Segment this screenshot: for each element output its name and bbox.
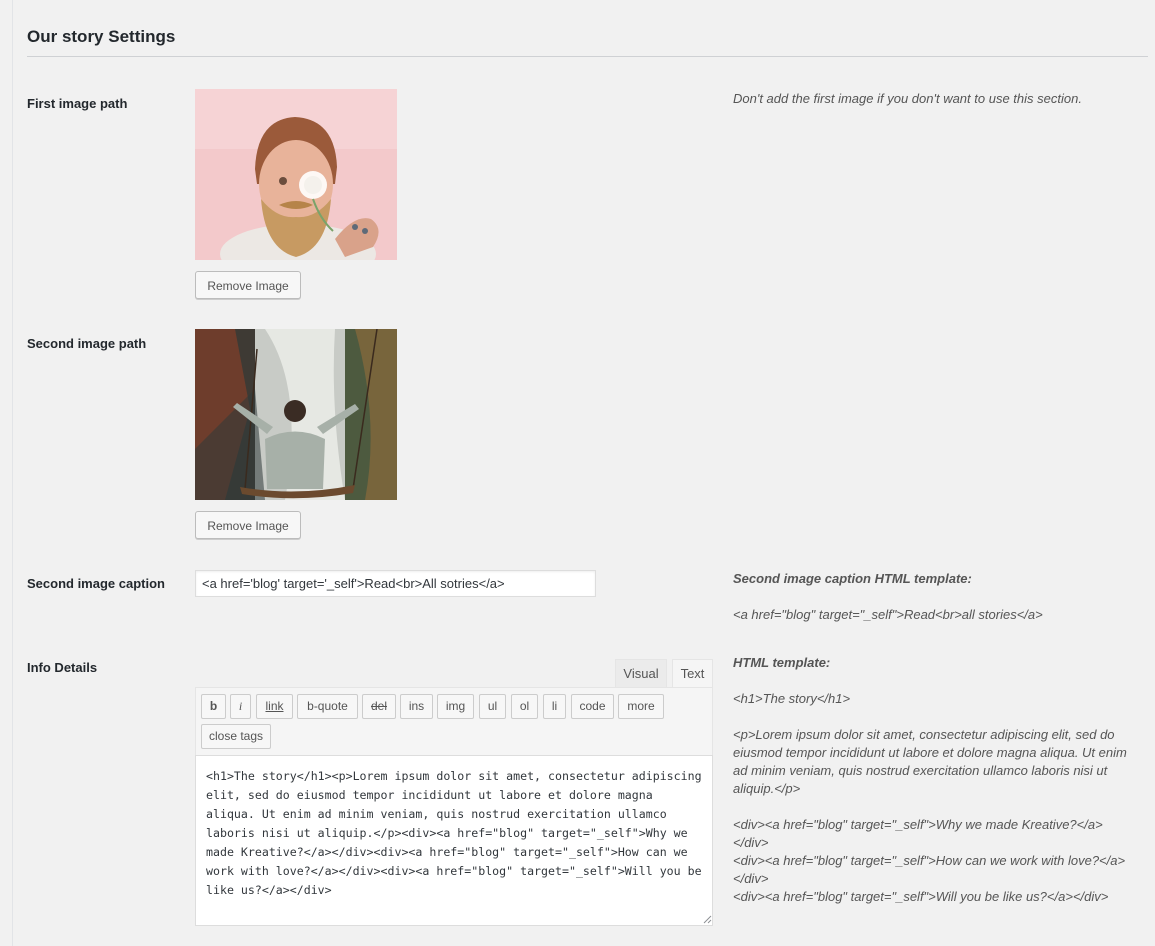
qt-more-button[interactable]: more [618, 694, 664, 719]
qt-link-button[interactable]: link [256, 694, 293, 719]
info-template-help: HTML template: <h1>The story</h1> <p>Lor… [733, 654, 1138, 906]
qt-li-button[interactable]: li [543, 694, 566, 719]
template-line-h1: <h1>The story</h1> [733, 691, 851, 706]
caption-template-example: <a href="blog" target="_self">Read<br>al… [733, 607, 1043, 622]
qt-ins-button[interactable]: ins [400, 694, 433, 719]
second-image-caption-input[interactable] [195, 570, 596, 597]
qt-code-button[interactable]: code [571, 694, 614, 719]
caption-template-help: Second image caption HTML template: <a h… [733, 570, 1143, 624]
qt-italic-button[interactable]: i [230, 694, 251, 719]
qt-ul-button[interactable]: ul [479, 694, 506, 719]
tab-text[interactable]: Text [672, 659, 713, 688]
remove-first-image-button[interactable]: Remove Image [195, 271, 301, 299]
section-title: Our story Settings [27, 27, 176, 46]
qt-del-button[interactable]: del [362, 694, 396, 719]
template-line-div-3: <div><a href="blog" target="_self">Will … [733, 889, 1109, 904]
qt-bold-button[interactable]: b [201, 694, 226, 719]
qt-close-tags-button[interactable]: close tags [201, 724, 271, 749]
tab-visual[interactable]: Visual [615, 659, 667, 688]
qt-blockquote-button[interactable]: b-quote [297, 694, 358, 719]
caption-template-title: Second image caption HTML template: [733, 571, 972, 586]
info-template-title: HTML template: [733, 655, 831, 670]
template-line-div-2: <div><a href="blog" target="_self">How c… [733, 853, 1126, 886]
first-image-label: First image path [27, 96, 128, 111]
qt-ol-button[interactable]: ol [511, 694, 538, 719]
section-divider [27, 56, 1148, 57]
portrait-image [195, 89, 397, 260]
quicktags-toolbar: b i link b-quote del ins img ul ol li co… [195, 687, 713, 755]
info-details-editor[interactable]: <h1>The story</h1><p>Lorem ipsum dolor s… [195, 755, 713, 926]
info-details-label: Info Details [27, 660, 98, 675]
template-line-div-1: <div><a href="blog" target="_self">Why w… [733, 817, 1103, 850]
resize-grip-icon[interactable] [703, 915, 712, 924]
first-image-hint: Don't add the first image if you don't w… [733, 91, 1082, 106]
swing-image [195, 329, 397, 500]
remove-second-image-button[interactable]: Remove Image [195, 511, 301, 539]
first-image-preview[interactable] [195, 89, 397, 260]
page-left-border [12, 0, 13, 946]
second-image-caption-label: Second image caption [27, 576, 165, 591]
second-image-preview[interactable] [195, 329, 397, 500]
template-line-paragraph: <p>Lorem ipsum dolor sit amet, consectet… [733, 727, 1127, 796]
second-image-label: Second image path [27, 336, 147, 351]
qt-img-button[interactable]: img [437, 694, 474, 719]
